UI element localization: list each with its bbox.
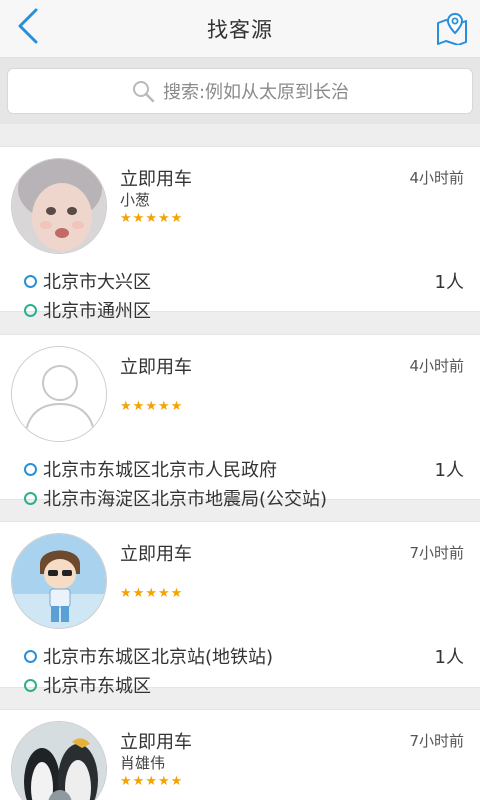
route-to: 北京市通州区 bbox=[24, 298, 464, 322]
default-user-icon bbox=[12, 347, 106, 441]
origin-dot-icon bbox=[24, 462, 37, 476]
star-icon: ★ bbox=[145, 399, 157, 414]
avatar bbox=[11, 346, 107, 442]
passenger-count: 1人 bbox=[434, 647, 464, 668]
rating-stars: ★ ★ ★ ★ ★ bbox=[120, 400, 182, 414]
star-icon: ★ bbox=[170, 774, 183, 789]
star-icon: ★ bbox=[132, 211, 145, 226]
post-time: 7小时前 bbox=[409, 544, 464, 562]
rating-stars: ★ ★ ★ ★ ★ bbox=[120, 212, 182, 226]
star-icon: ★ bbox=[170, 586, 183, 601]
rating-stars: ★ ★ ★ ★ ★ bbox=[120, 587, 182, 601]
request-title: 立即用车 bbox=[120, 544, 192, 565]
post-time: 7小时前 bbox=[409, 732, 464, 750]
passenger-count: 1人 bbox=[434, 460, 464, 481]
top-bar: 找客源 bbox=[0, 0, 480, 58]
origin-dot-icon bbox=[24, 649, 37, 663]
star-icon: ★ bbox=[120, 586, 132, 601]
search-bar: 搜索:例如从太原到长治 bbox=[0, 58, 480, 124]
request-title: 立即用车 bbox=[120, 732, 192, 753]
baby-photo-icon bbox=[12, 159, 106, 253]
star-icon: ★ bbox=[145, 774, 157, 789]
passenger-card[interactable]: 立即用车 4小时前 小葱 ★ ★ ★ ★ ★ 北京市大兴区 1人 北京市通州区 bbox=[0, 146, 480, 322]
page-title: 找客源 bbox=[207, 18, 273, 42]
origin-address: 北京市东城区北京站(地铁站) bbox=[43, 647, 274, 668]
star-icon: ★ bbox=[132, 399, 145, 414]
penguins-photo-icon bbox=[12, 722, 106, 800]
star-icon: ★ bbox=[145, 211, 157, 226]
star-icon: ★ bbox=[157, 211, 170, 226]
destination-dot-icon bbox=[24, 303, 37, 317]
route-from: 北京市大兴区 1人 bbox=[24, 269, 464, 293]
rating-stars: ★ ★ ★ ★ ★ bbox=[120, 775, 182, 789]
star-icon: ★ bbox=[132, 774, 145, 789]
origin-address: 北京市大兴区 bbox=[43, 272, 151, 293]
route-to: 北京市海淀区北京市地震局(公交站) bbox=[24, 486, 464, 510]
request-title: 立即用车 bbox=[120, 357, 192, 378]
star-icon: ★ bbox=[157, 774, 170, 789]
star-icon: ★ bbox=[157, 586, 170, 601]
search-placeholder: 搜索:例如从太原到长治 bbox=[162, 82, 350, 103]
destination-address: 北京市通州区 bbox=[43, 301, 151, 322]
destination-address: 北京市东城区 bbox=[43, 676, 151, 697]
star-icon: ★ bbox=[120, 774, 132, 789]
passenger-card[interactable]: 立即用车 7小时前 ★ ★ ★ ★ ★ 北京市东城区北京站(地铁站) 1人 北京市东城区 bbox=[0, 521, 480, 697]
user-name: 肖雄伟 bbox=[120, 754, 166, 772]
passenger-card[interactable]: 立即用车 4小时前 ★ ★ ★ ★ ★ 北京市东城区北京市人民政府 1人 北京市海淀区北… bbox=[0, 334, 480, 510]
avatar bbox=[11, 158, 107, 254]
route-to: 北京市东城区 bbox=[24, 673, 464, 697]
star-icon: ★ bbox=[170, 211, 183, 226]
origin-address: 北京市东城区北京市人民政府 bbox=[43, 460, 277, 481]
destination-dot-icon bbox=[24, 491, 37, 505]
destination-dot-icon bbox=[24, 678, 37, 692]
star-icon: ★ bbox=[170, 399, 183, 414]
star-icon: ★ bbox=[157, 399, 170, 414]
star-icon: ★ bbox=[120, 211, 132, 226]
route-from: 北京市东城区北京市人民政府 1人 bbox=[24, 457, 464, 481]
route-from: 北京市东城区北京站(地铁站) 1人 bbox=[24, 644, 464, 668]
request-title: 立即用车 bbox=[120, 169, 192, 190]
avatar bbox=[11, 533, 107, 629]
search-input[interactable]: 搜索:例如从太原到长治 bbox=[7, 68, 473, 114]
passenger-count: 1人 bbox=[434, 272, 464, 293]
map-button[interactable] bbox=[430, 8, 474, 52]
star-icon: ★ bbox=[145, 586, 157, 601]
origin-dot-icon bbox=[24, 274, 37, 288]
map-pin-icon bbox=[435, 11, 469, 49]
post-time: 4小时前 bbox=[409, 357, 464, 375]
post-time: 4小时前 bbox=[409, 169, 464, 187]
passenger-card[interactable]: 立即用车 7小时前 肖雄伟 ★ ★ ★ ★ ★ bbox=[0, 709, 480, 800]
cartoon-boy-icon bbox=[12, 534, 106, 628]
avatar bbox=[11, 721, 107, 800]
destination-address: 北京市海淀区北京市地震局(公交站) bbox=[43, 489, 328, 510]
star-icon: ★ bbox=[132, 586, 145, 601]
user-name: 小葱 bbox=[120, 191, 151, 209]
search-icon bbox=[131, 79, 155, 103]
star-icon: ★ bbox=[120, 399, 132, 414]
